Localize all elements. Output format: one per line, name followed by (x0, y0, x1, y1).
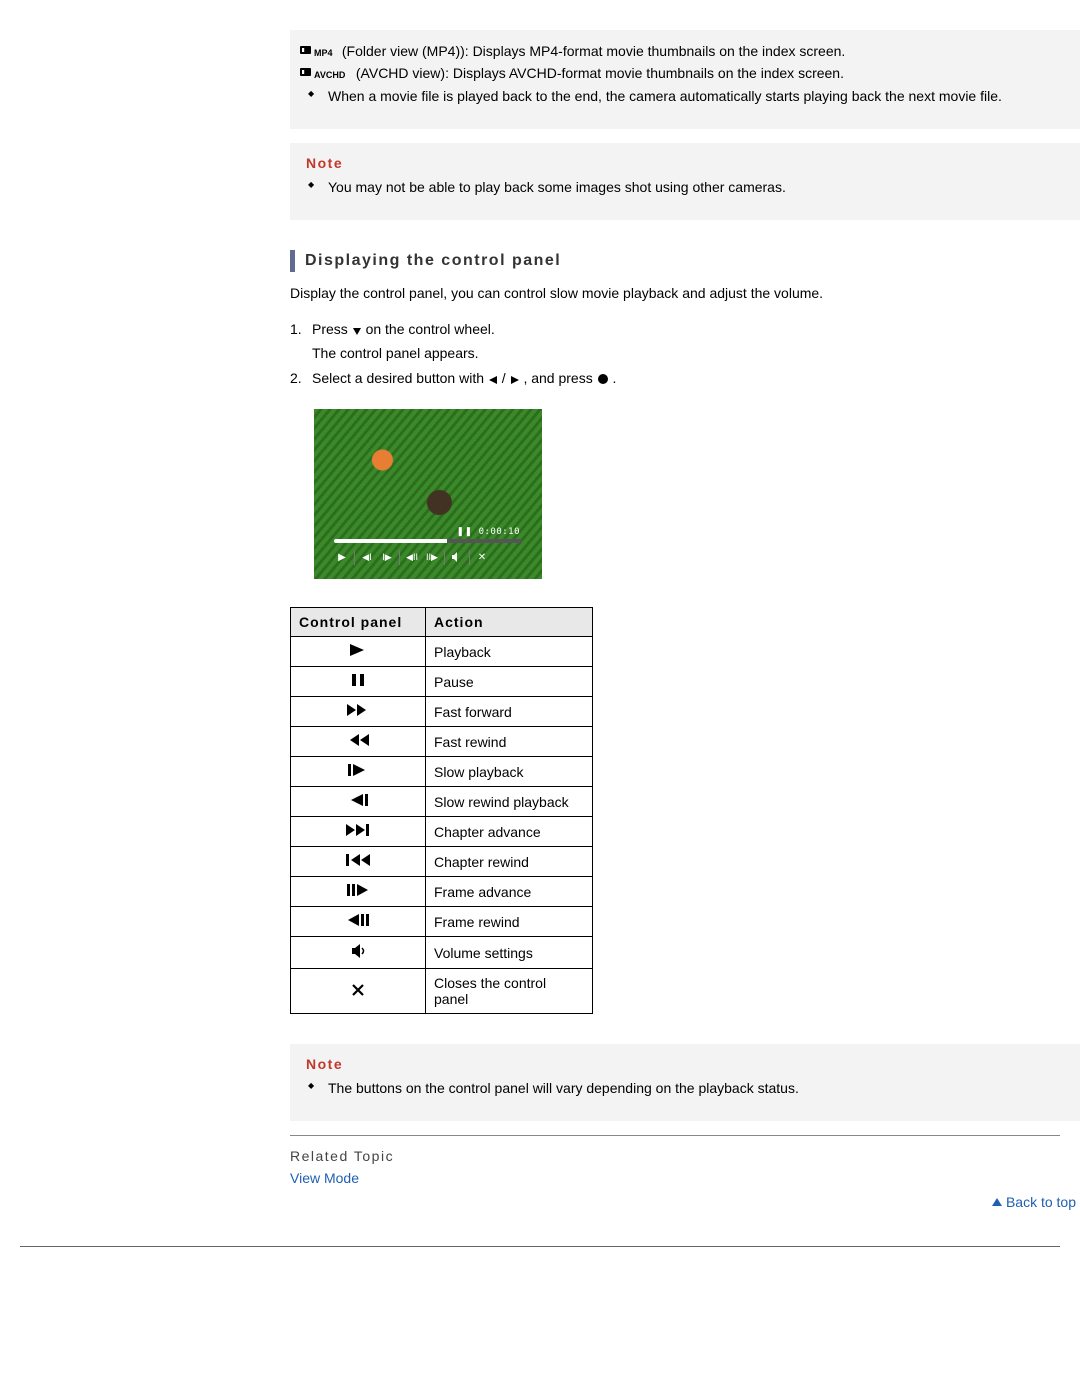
intro-paragraph: Display the control panel, you can contr… (290, 284, 1060, 304)
figure-frame-fwd-icon: II▶ (424, 549, 440, 565)
svg-text:AVCHD: AVCHD (314, 70, 346, 80)
section-heading: Displaying the control panel (290, 250, 1060, 272)
control-panel-table: Control panel Action Playback Pause (290, 607, 593, 1014)
chapter-advance-icon (291, 817, 426, 847)
frame-advance-icon (291, 877, 426, 907)
table-row: Slow rewind playback (291, 787, 593, 817)
slow-playback-icon (291, 757, 426, 787)
figure-play-icon: ▶ (334, 549, 350, 565)
table-cell: Volume settings (426, 937, 593, 969)
table-cell: Playback (426, 637, 593, 667)
table-row: Frame rewind (291, 907, 593, 937)
table-header-action: Action (426, 608, 593, 637)
table-cell: Closes the control panel (426, 969, 593, 1014)
frame-rewind-icon (291, 907, 426, 937)
table-row: Chapter rewind (291, 847, 593, 877)
svg-text:MP4: MP4 (314, 48, 333, 58)
table-cell: Chapter rewind (426, 847, 593, 877)
step-1: Press on the control wheel. The control … (312, 317, 1060, 366)
steps-list: Press on the control wheel. The control … (290, 317, 1060, 391)
center-button-icon (597, 373, 609, 385)
slow-rewind-icon (291, 787, 426, 817)
related-topic-heading: Related Topic (290, 1148, 1060, 1164)
table-cell: Slow rewind playback (426, 787, 593, 817)
table-row: Playback (291, 637, 593, 667)
figure-timecode: 0:00:10 (479, 527, 520, 537)
table-row: Pause (291, 667, 593, 697)
step-1-sub: The control panel appears. (312, 340, 1060, 364)
figure-frame-rew-icon: ◀II (404, 549, 420, 565)
table-cell: Pause (426, 667, 593, 697)
table-header-control-panel: Control panel (291, 608, 426, 637)
table-cell: Fast rewind (426, 727, 593, 757)
close-icon (291, 969, 426, 1014)
table-row: Volume settings (291, 937, 593, 969)
separator-rule (290, 1135, 1060, 1136)
table-cell: Chapter advance (426, 817, 593, 847)
mp4-info: MP4 (Folder view (MP4)): Displays MP4-fo… (300, 40, 1070, 62)
table-row: Chapter advance (291, 817, 593, 847)
control-panel-figure: ❚❚ 0:00:10 ▶ ◀I I▶ ◀II II▶ ✕ (314, 409, 542, 579)
note-box-2: Note The buttons on the control panel wi… (290, 1044, 1080, 1121)
volume-icon (291, 937, 426, 969)
note-box-1: Note You may not be able to play back so… (290, 143, 1080, 220)
left-arrow-icon (488, 375, 498, 385)
figure-close-icon: ✕ (474, 549, 490, 565)
back-to-top-link[interactable]: Back to top (992, 1194, 1076, 1210)
page-footer-rule (20, 1246, 1060, 1247)
table-row: Closes the control panel (291, 969, 593, 1014)
note-1-item: You may not be able to play back some im… (318, 175, 1070, 200)
note-label-1: Note (300, 153, 1070, 175)
view-mode-link[interactable]: View Mode (290, 1170, 359, 1186)
down-arrow-icon (352, 326, 362, 336)
mp4-icon: MP4 (300, 46, 338, 58)
figure-slow-rew-icon: ◀I (359, 549, 375, 565)
table-row: Slow playback (291, 757, 593, 787)
chapter-rewind-icon (291, 847, 426, 877)
avchd-icon: AVCHD (300, 68, 352, 80)
table-row: Fast forward (291, 697, 593, 727)
avchd-text: (AVCHD view): Displays AVCHD-format movi… (356, 65, 844, 81)
note-label-2: Note (300, 1054, 1070, 1076)
table-cell: Frame rewind (426, 907, 593, 937)
table-row: Frame advance (291, 877, 593, 907)
table-cell: Slow playback (426, 757, 593, 787)
fast-rewind-icon (291, 727, 426, 757)
figure-slow-fwd-icon: I▶ (379, 549, 395, 565)
step-2: Select a desired button with / , and pre… (312, 366, 1060, 391)
fast-forward-icon (291, 697, 426, 727)
table-cell: Frame advance (426, 877, 593, 907)
figure-control-bar: ▶ ◀I I▶ ◀II II▶ ✕ (334, 547, 522, 567)
figure-volume-icon (449, 549, 465, 565)
note-2-item: The buttons on the control panel will va… (318, 1076, 1070, 1101)
table-cell: Fast forward (426, 697, 593, 727)
up-triangle-icon (992, 1198, 1002, 1206)
pause-icon (291, 667, 426, 697)
format-info-box: MP4 (Folder view (MP4)): Displays MP4-fo… (290, 30, 1080, 129)
table-row: Fast rewind (291, 727, 593, 757)
mp4-text: (Folder view (MP4)): Displays MP4-format… (342, 43, 845, 59)
right-arrow-icon (510, 375, 520, 385)
auto-next-note: When a movie file is played back to the … (318, 84, 1070, 109)
play-icon (291, 637, 426, 667)
avchd-info: AVCHD (AVCHD view): Displays AVCHD-forma… (300, 62, 1070, 84)
